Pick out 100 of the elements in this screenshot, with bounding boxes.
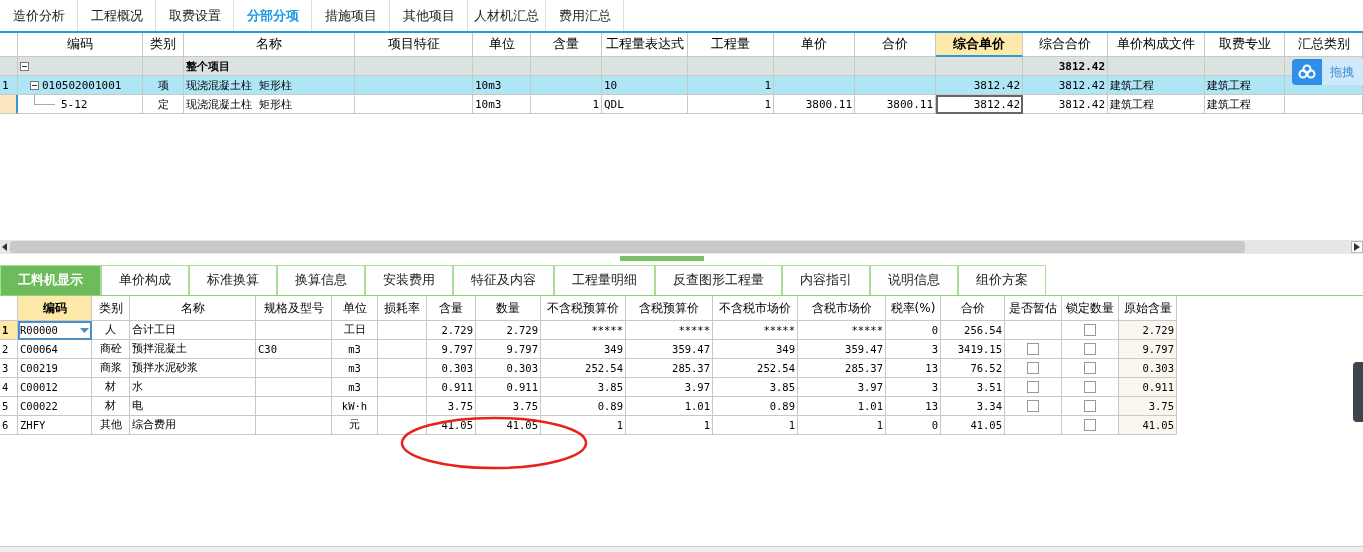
table-cell bbox=[531, 57, 602, 76]
table-cell: 3.85 bbox=[713, 378, 798, 397]
column-header[interactable]: 规格及型号 bbox=[256, 296, 332, 321]
table-cell: 1 bbox=[713, 416, 798, 435]
table-cell: 2.729 bbox=[427, 321, 476, 340]
table-cell bbox=[378, 416, 427, 435]
row-number[interactable]: 4 bbox=[0, 378, 18, 397]
scroll-left-icon[interactable] bbox=[0, 243, 10, 251]
table-cell: 建筑工程 bbox=[1205, 76, 1285, 95]
dropdown-icon bbox=[80, 327, 89, 333]
column-header[interactable]: 含量 bbox=[427, 296, 476, 321]
detail-tab[interactable]: 反查图形工程量 bbox=[655, 265, 782, 295]
table-cell: 3.97 bbox=[626, 378, 713, 397]
column-header[interactable]: 损耗率 bbox=[378, 296, 427, 321]
table-cell: ***** bbox=[713, 321, 798, 340]
lock-checkbox[interactable] bbox=[1084, 381, 1096, 393]
column-header[interactable]: 不含税市场价 bbox=[713, 296, 798, 321]
column-header[interactable]: 含税预算价 bbox=[626, 296, 713, 321]
module-tab[interactable]: 造价分析 bbox=[0, 0, 78, 31]
scrollbar-thumb[interactable] bbox=[10, 241, 1245, 253]
table-cell: 元 bbox=[332, 416, 378, 435]
column-header[interactable]: 数量 bbox=[476, 296, 541, 321]
row-number[interactable]: 5 bbox=[0, 397, 18, 416]
table-cell: 商砼 bbox=[92, 340, 130, 359]
column-header[interactable]: 类别 bbox=[92, 296, 130, 321]
table-cell: 9.797 bbox=[427, 340, 476, 359]
table-cell: 3.75 bbox=[476, 397, 541, 416]
column-header[interactable]: 是否暂估 bbox=[1005, 296, 1062, 321]
table-cell bbox=[378, 397, 427, 416]
module-tab[interactable]: 费用汇总 bbox=[546, 0, 624, 31]
splitter-handle[interactable] bbox=[620, 256, 704, 261]
column-header[interactable]: 编码 bbox=[18, 296, 92, 321]
table-cell: 3812.42 bbox=[936, 76, 1023, 95]
table-cell: 商浆 bbox=[92, 359, 130, 378]
lock-checkbox[interactable] bbox=[1084, 400, 1096, 412]
table-cell: 3.85 bbox=[541, 378, 626, 397]
module-tab[interactable]: 取费设置 bbox=[156, 0, 234, 31]
module-tab[interactable]: 人材机汇总 bbox=[468, 0, 546, 31]
table-cell: 9.797 bbox=[1119, 340, 1177, 359]
table-cell: 建筑工程 bbox=[1108, 76, 1205, 95]
table-cell: 电 bbox=[130, 397, 256, 416]
table-cell: kW·h bbox=[332, 397, 378, 416]
detail-tab[interactable]: 单价构成 bbox=[101, 265, 189, 295]
row-number[interactable]: 1 bbox=[0, 321, 18, 340]
column-header[interactable]: 综合单价 bbox=[936, 33, 1023, 57]
row-number[interactable]: 6 bbox=[0, 416, 18, 435]
column-header[interactable]: 名称 bbox=[130, 296, 256, 321]
table-cell: ***** bbox=[798, 321, 886, 340]
table-cell: m3 bbox=[332, 359, 378, 378]
table-cell: 1 bbox=[531, 95, 602, 114]
table-cell bbox=[378, 378, 427, 397]
table-cell: 1 bbox=[798, 416, 886, 435]
column-header[interactable]: 含税市场价 bbox=[798, 296, 886, 321]
table-cell: 工日 bbox=[332, 321, 378, 340]
table-cell: 252.54 bbox=[541, 359, 626, 378]
estimate-checkbox[interactable] bbox=[1027, 343, 1039, 355]
column-header[interactable]: 税率(%) bbox=[886, 296, 941, 321]
collapse-icon[interactable] bbox=[30, 80, 39, 90]
lock-checkbox[interactable] bbox=[1084, 343, 1096, 355]
module-tab[interactable]: 工程概况 bbox=[78, 0, 156, 31]
table-cell: 材 bbox=[92, 397, 130, 416]
detail-tab[interactable]: 内容指引 bbox=[782, 265, 870, 295]
estimate-checkbox[interactable] bbox=[1027, 400, 1039, 412]
module-tab[interactable]: 措施项目 bbox=[312, 0, 390, 31]
detail-tab[interactable]: 说明信息 bbox=[870, 265, 958, 295]
module-tab[interactable]: 其他项目 bbox=[390, 0, 468, 31]
estimate-checkbox[interactable] bbox=[1027, 381, 1039, 393]
column-header[interactable]: 锁定数量 bbox=[1062, 296, 1119, 321]
table-cell: 349 bbox=[541, 340, 626, 359]
table-cell: 3812.42 bbox=[1023, 57, 1108, 76]
code-dropdown[interactable]: R00000 bbox=[18, 321, 92, 340]
estimate-checkbox[interactable] bbox=[1027, 362, 1039, 374]
table-cell: ZHFY bbox=[18, 416, 92, 435]
detail-tab[interactable]: 组价方案 bbox=[958, 265, 1046, 295]
row-number[interactable]: 2 bbox=[0, 340, 18, 359]
table-cell: 0.303 bbox=[476, 359, 541, 378]
lock-checkbox[interactable] bbox=[1084, 324, 1096, 336]
detail-tab[interactable]: 特征及内容 bbox=[453, 265, 554, 295]
column-header[interactable]: 单位 bbox=[332, 296, 378, 321]
table-cell: 256.54 bbox=[941, 321, 1005, 340]
detail-tab[interactable]: 工程量明细 bbox=[554, 265, 655, 295]
detail-tab[interactable]: 标准换算 bbox=[189, 265, 277, 295]
detail-tab[interactable]: 安装费用 bbox=[365, 265, 453, 295]
table-cell: 3812.42 bbox=[1023, 95, 1108, 114]
table-cell: C30 bbox=[256, 340, 332, 359]
table-cell: 1 bbox=[541, 416, 626, 435]
table-cell: 3 bbox=[886, 378, 941, 397]
table-cell: m3 bbox=[332, 340, 378, 359]
column-header[interactable]: 合价 bbox=[941, 296, 1005, 321]
lock-checkbox[interactable] bbox=[1084, 362, 1096, 374]
table-cell: 3812.42 bbox=[1023, 76, 1108, 95]
scroll-right-icon[interactable] bbox=[1351, 241, 1363, 253]
row-number[interactable]: 3 bbox=[0, 359, 18, 378]
table-cell: 其他 bbox=[92, 416, 130, 435]
column-header[interactable]: 不含税预算价 bbox=[541, 296, 626, 321]
detail-tab[interactable]: 换算信息 bbox=[277, 265, 365, 295]
collapse-icon[interactable] bbox=[20, 61, 29, 71]
lock-checkbox[interactable] bbox=[1084, 419, 1096, 431]
table-cell: 1 bbox=[626, 416, 713, 435]
table-cell: m3 bbox=[332, 378, 378, 397]
